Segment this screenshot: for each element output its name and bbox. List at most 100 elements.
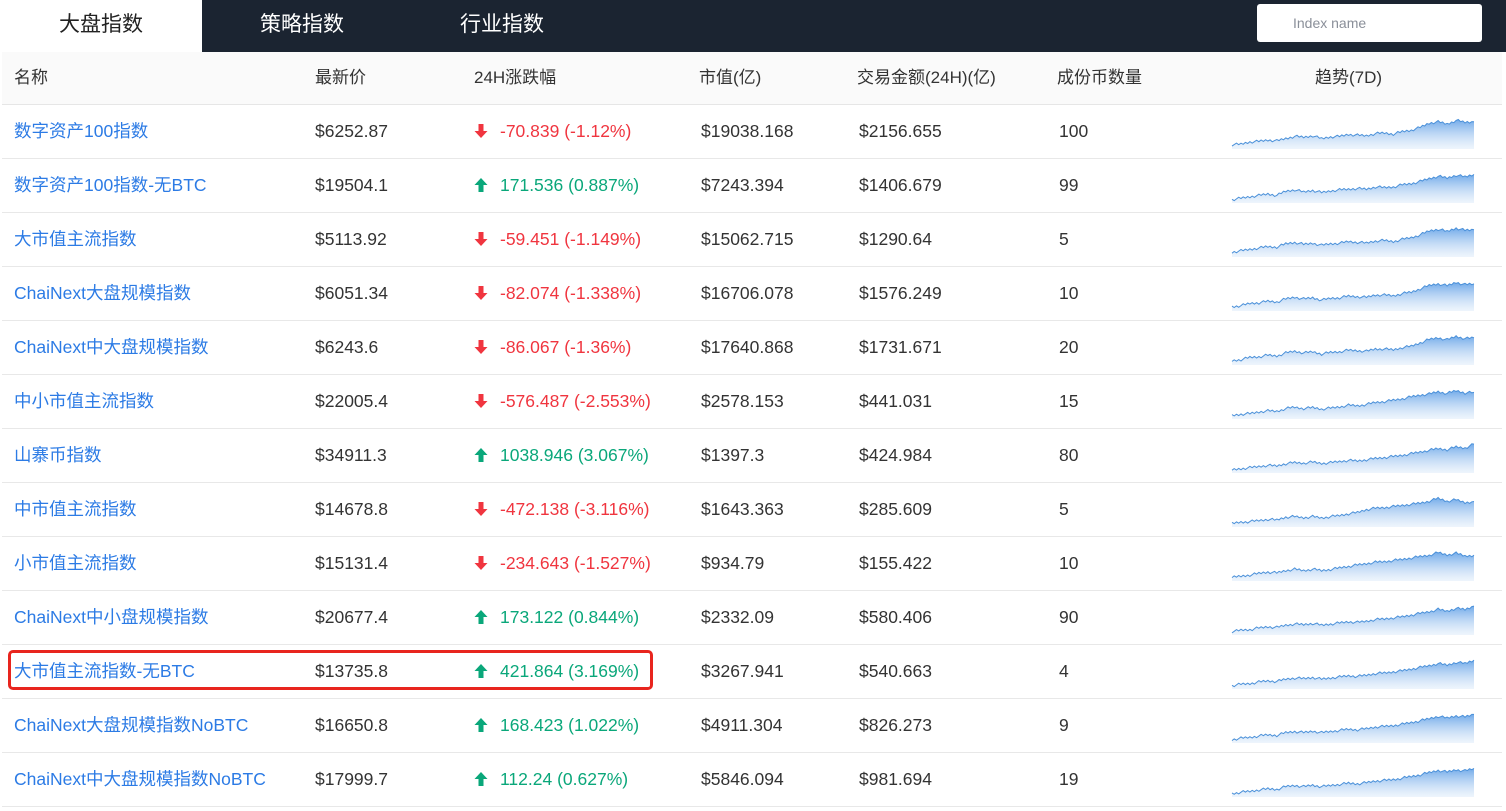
arrow-down-icon: [474, 556, 488, 570]
index-search-input[interactable]: [1257, 4, 1482, 42]
market-cap: $19038.168: [701, 121, 794, 141]
tab-industry-index[interactable]: 行业指数: [402, 0, 602, 52]
latest-price: $19504.1: [315, 175, 388, 195]
constituent-count: 5: [1059, 229, 1069, 249]
change-24h-value: 112.24 (0.627%): [500, 769, 629, 789]
index-table: 名称 最新价 24H涨跌幅 市值(亿) 交易金额(24H)(亿) 成份币数量 趋…: [2, 52, 1502, 807]
arrow-down-icon: [474, 340, 488, 354]
table-row[interactable]: ChaiNext中小盘规模指数 $20677.4 173.122 (0.844%) $…: [2, 591, 1502, 645]
constituent-count: 4: [1059, 661, 1069, 681]
change-24h: 171.536 (0.887%): [474, 159, 639, 212]
sparkline-area: [1232, 335, 1474, 365]
market-cap: $2578.153: [701, 391, 784, 411]
table-row[interactable]: 数字资产100指数-无BTC $19504.1 171.536 (0.887%) $7…: [2, 159, 1502, 213]
trading-volume: $424.984: [859, 445, 932, 465]
change-24h: -70.839 (-1.12%): [474, 105, 631, 158]
arrow-up-icon: [474, 772, 488, 786]
table-row[interactable]: 中市值主流指数 $14678.8 -472.138 (-3.116%) $1643.3…: [2, 483, 1502, 537]
constituent-count: 19: [1059, 769, 1079, 789]
market-cap: $2332.09: [701, 607, 774, 627]
arrow-down-icon: [474, 124, 488, 138]
index-name-link[interactable]: 山寨币指数: [14, 429, 102, 482]
trading-volume: $540.663: [859, 661, 932, 681]
market-cap: $5846.094: [701, 769, 784, 789]
change-24h-value: -59.451 (-1.149%): [500, 229, 642, 249]
table-row[interactable]: ChaiNext大盘规模指数 $6051.34 -82.074 (-1.338%) $…: [2, 267, 1502, 321]
index-name-link[interactable]: ChaiNext大盘规模指数: [14, 267, 191, 320]
table-header: 名称 最新价 24H涨跌幅 市值(亿) 交易金额(24H)(亿) 成份币数量 趋…: [2, 52, 1502, 105]
index-name-link[interactable]: 数字资产100指数: [14, 105, 148, 158]
trading-volume: $1576.249: [859, 283, 942, 303]
column-header-volume[interactable]: 交易金额(24H)(亿): [857, 52, 996, 104]
constituent-count: 15: [1059, 391, 1079, 411]
index-name-link[interactable]: 大市值主流指数-无BTC: [14, 645, 195, 698]
table-row[interactable]: 数字资产100指数 $6252.87 -70.839 (-1.12%) $19038.…: [2, 105, 1502, 159]
change-24h-value: -576.487 (-2.553%): [500, 391, 651, 411]
table-row[interactable]: 大市值主流指数 $5113.92 -59.451 (-1.149%) $15062.7…: [2, 213, 1502, 267]
constituent-count: 10: [1059, 283, 1079, 303]
latest-price: $14678.8: [315, 499, 388, 519]
constituent-count: 10: [1059, 553, 1079, 573]
latest-price: $13735.8: [315, 661, 388, 681]
trend-sparkline: [1231, 282, 1475, 311]
change-24h: -82.074 (-1.338%): [474, 267, 641, 320]
tab-market-index[interactable]: 大盘指数: [0, 0, 202, 52]
table-row[interactable]: ChaiNext中大盘规模指数NoBTC $17999.7 112.24 (0.62…: [2, 753, 1502, 807]
index-name-link[interactable]: 中小市值主流指数: [14, 375, 154, 428]
sparkline-area: [1232, 714, 1474, 743]
arrow-up-icon: [474, 718, 488, 732]
trend-sparkline: [1231, 443, 1475, 473]
sparkline-area: [1232, 443, 1474, 473]
arrow-down-icon: [474, 286, 488, 300]
table-row[interactable]: ChaiNext中大盘规模指数 $6243.6 -86.067 (-1.36%) $1…: [2, 321, 1502, 375]
index-name-link[interactable]: ChaiNext中小盘规模指数: [14, 591, 208, 644]
constituent-count: 20: [1059, 337, 1079, 357]
constituent-count: 5: [1059, 499, 1069, 519]
trading-volume: $826.273: [859, 715, 932, 735]
arrow-up-icon: [474, 610, 488, 624]
market-cap: $16706.078: [701, 283, 794, 303]
trading-volume: $285.609: [859, 499, 932, 519]
index-name-link[interactable]: 大市值主流指数: [14, 213, 137, 266]
column-header-market-cap[interactable]: 市值(亿): [699, 52, 761, 104]
market-cap: $7243.394: [701, 175, 784, 195]
index-name-link[interactable]: 数字资产100指数-无BTC: [14, 159, 207, 212]
arrow-up-icon: [474, 178, 488, 192]
table-row[interactable]: 中小市值主流指数 $22005.4 -576.487 (-2.553%) $2578.…: [2, 375, 1502, 429]
trend-sparkline: [1231, 227, 1475, 257]
index-name-link[interactable]: ChaiNext中大盘规模指数: [14, 321, 208, 374]
table-row[interactable]: 大市值主流指数-无BTC $13735.8 421.864 (3.169%) $326…: [2, 645, 1502, 699]
latest-price: $22005.4: [315, 391, 388, 411]
change-24h: 1038.946 (3.067%): [474, 429, 649, 482]
market-cap: $1397.3: [701, 445, 765, 465]
table-body: 数字资产100指数 $6252.87 -70.839 (-1.12%) $19038.…: [2, 105, 1502, 807]
column-header-price[interactable]: 最新价: [315, 52, 366, 104]
trading-volume: $2156.655: [859, 121, 942, 141]
constituent-count: 9: [1059, 715, 1069, 735]
change-24h-value: 171.536 (0.887%): [500, 175, 640, 195]
change-24h-value: 173.122 (0.844%): [500, 607, 640, 627]
constituent-count: 90: [1059, 607, 1079, 627]
change-24h-value: -472.138 (-3.116%): [500, 499, 650, 519]
tab-strategy-index[interactable]: 策略指数: [202, 0, 402, 52]
trend-sparkline: [1231, 767, 1475, 797]
column-header-name[interactable]: 名称: [14, 52, 48, 104]
trading-volume: $580.406: [859, 607, 932, 627]
index-name-link[interactable]: 小市值主流指数: [14, 537, 137, 590]
index-name-link[interactable]: ChaiNext中大盘规模指数NoBTC: [14, 753, 266, 806]
market-cap: $3267.941: [701, 661, 784, 681]
trend-sparkline: [1231, 334, 1475, 365]
column-header-trend: 趋势(7D): [1315, 68, 1383, 87]
table-row[interactable]: 山寨币指数 $34911.3 1038.946 (3.067%) $1397.3 $42…: [2, 429, 1502, 483]
arrow-up-icon: [474, 448, 488, 462]
trend-sparkline: [1231, 118, 1475, 149]
column-header-change[interactable]: 24H涨跌幅: [474, 52, 556, 104]
index-name-link[interactable]: 中市值主流指数: [14, 483, 137, 536]
index-name-link[interactable]: ChaiNext大盘规模指数NoBTC: [14, 699, 248, 752]
column-header-constituent-count[interactable]: 成份币数量: [1057, 52, 1142, 104]
table-row[interactable]: 小市值主流指数 $15131.4 -234.643 (-1.527%) $934.79…: [2, 537, 1502, 591]
table-row[interactable]: ChaiNext大盘规模指数NoBTC $16650.8 168.423 (1.02…: [2, 699, 1502, 753]
change-24h-value: 1038.946 (3.067%): [500, 445, 649, 465]
latest-price: $34911.3: [315, 445, 387, 465]
sparkline-area: [1232, 282, 1474, 311]
